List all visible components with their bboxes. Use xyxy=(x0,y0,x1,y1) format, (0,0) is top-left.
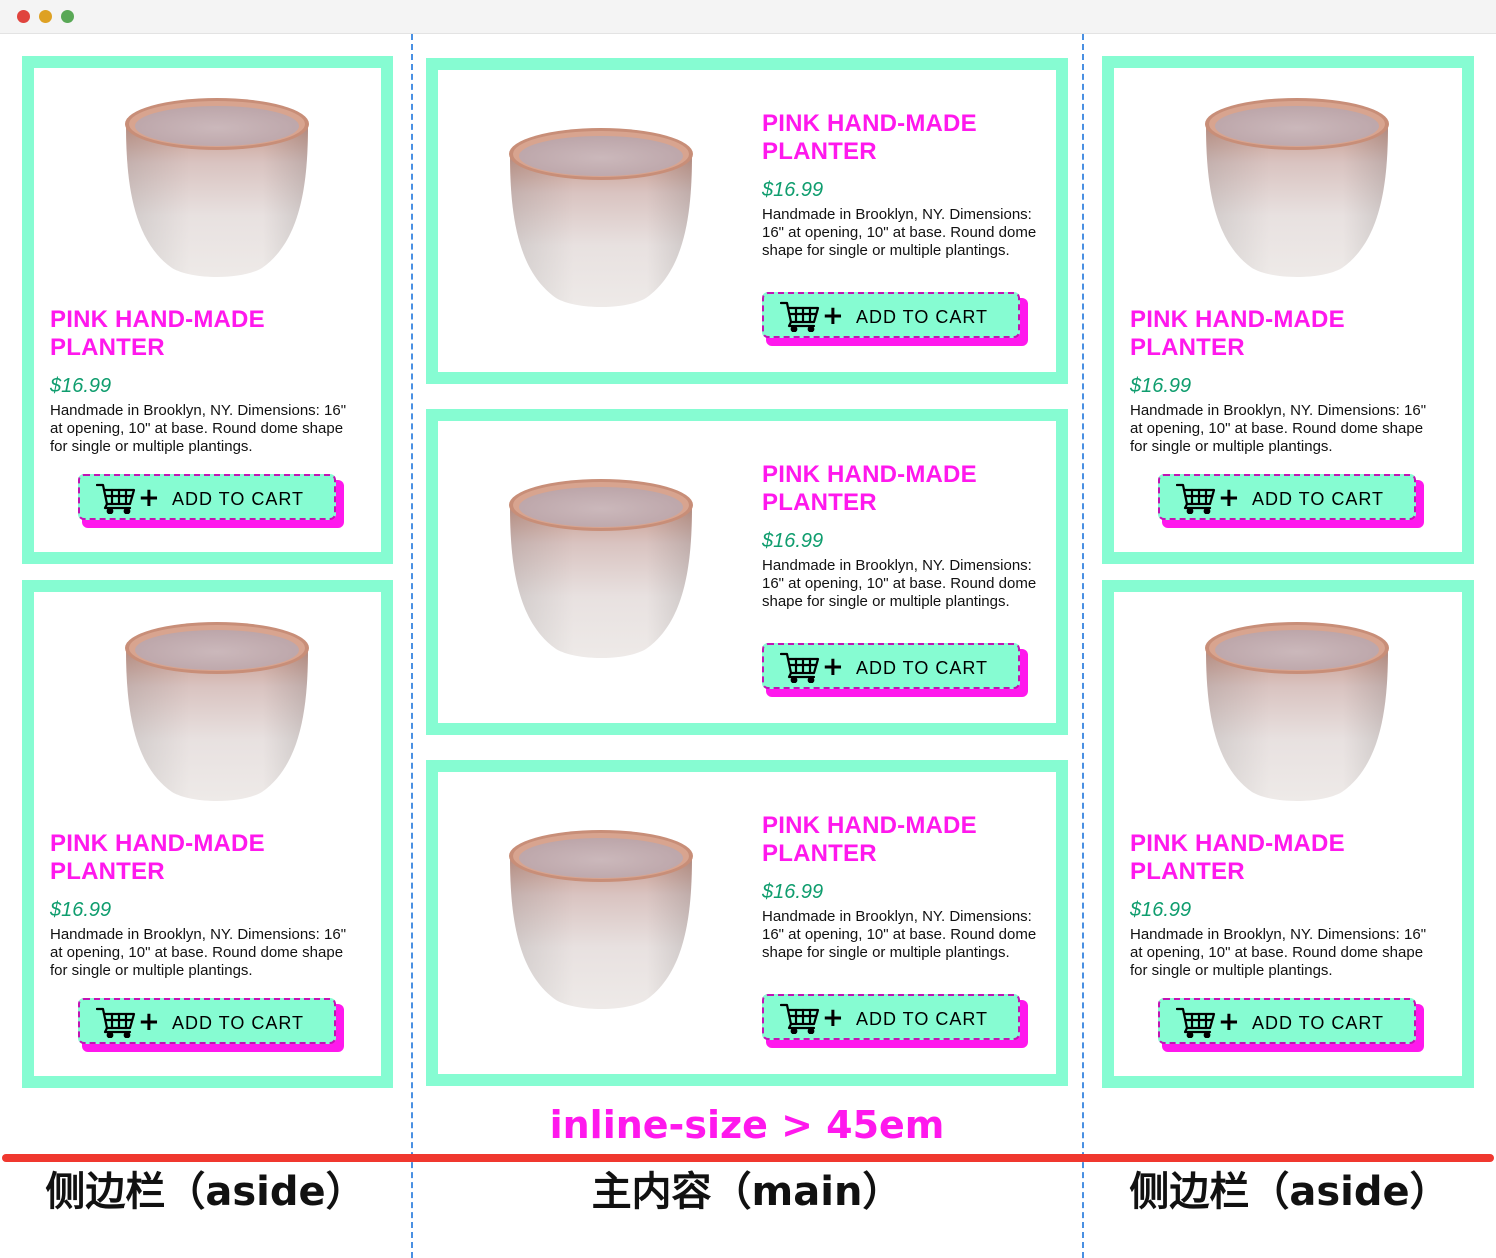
product-card-aside-left-2: PINK HAND-MADE PLANTER $16.99 Handmade i… xyxy=(22,580,393,1088)
product-price: $16.99 xyxy=(1130,899,1192,921)
close-window-button[interactable] xyxy=(17,10,30,23)
plus-icon: + xyxy=(138,483,160,513)
cart-icon xyxy=(1176,483,1216,514)
region-label-main: 主内容（main） xyxy=(591,1169,903,1215)
add-to-cart-button[interactable]: + ADD TO CART xyxy=(762,643,1020,689)
minimize-window-button[interactable] xyxy=(39,10,52,23)
add-to-cart-wrapper: + ADD TO CART xyxy=(762,643,1028,699)
add-to-cart-label: ADD TO CART xyxy=(172,489,305,509)
product-title: PINK HAND-MADE PLANTER xyxy=(50,306,265,361)
cart-icon xyxy=(96,1007,136,1038)
add-to-cart-label: ADD TO CART xyxy=(1252,489,1385,509)
product-title: PINK HAND-MADE PLANTER xyxy=(1130,306,1345,361)
product-card-main-1: PINK HAND-MADE PLANTER $16.99 Handmade i… xyxy=(426,58,1068,384)
product-title: PINK HAND-MADE PLANTER xyxy=(762,461,977,516)
add-to-cart-wrapper: + ADD TO CART xyxy=(762,994,1028,1050)
cart-icon xyxy=(96,483,136,514)
planter-pot-image xyxy=(509,128,693,307)
product-price: $16.99 xyxy=(762,881,824,903)
container-query-annotation: inline-size > 45em xyxy=(549,1103,945,1147)
add-to-cart-wrapper: + ADD TO CART xyxy=(1158,998,1424,1054)
plus-icon: + xyxy=(822,301,844,331)
cart-icon xyxy=(1176,1007,1216,1038)
product-card-main-2: PINK HAND-MADE PLANTER $16.99 Handmade i… xyxy=(426,409,1068,735)
add-to-cart-button[interactable]: + ADD TO CART xyxy=(762,994,1020,1040)
planter-pot-image xyxy=(1205,622,1389,801)
product-title: PINK HAND-MADE PLANTER xyxy=(762,110,977,165)
product-description: Handmade in Brooklyn, NY. Dimensions: 16… xyxy=(762,557,1037,610)
column-divider-left xyxy=(411,34,413,1258)
product-title: PINK HAND-MADE PLANTER xyxy=(762,812,977,867)
add-to-cart-wrapper: + ADD TO CART xyxy=(1158,474,1424,530)
add-to-cart-label: ADD TO CART xyxy=(1252,1013,1385,1033)
product-price: $16.99 xyxy=(50,899,112,921)
product-price: $16.99 xyxy=(762,179,824,201)
region-baseline xyxy=(2,1154,1494,1162)
add-to-cart-label: ADD TO CART xyxy=(856,1009,989,1029)
planter-pot-image xyxy=(509,479,693,658)
product-description: Handmade in Brooklyn, NY. Dimensions: 16… xyxy=(1130,926,1427,979)
region-label-aside-left: 侧边栏（aside） xyxy=(45,1169,366,1215)
add-to-cart-button[interactable]: + ADD TO CART xyxy=(1158,474,1416,520)
product-price: $16.99 xyxy=(762,530,824,552)
product-card-main-3: PINK HAND-MADE PLANTER $16.99 Handmade i… xyxy=(426,760,1068,1086)
product-description: Handmade in Brooklyn, NY. Dimensions: 16… xyxy=(50,402,347,455)
add-to-cart-label: ADD TO CART xyxy=(856,307,989,327)
planter-pot-image xyxy=(1205,98,1389,277)
product-description: Handmade in Brooklyn, NY. Dimensions: 16… xyxy=(50,926,347,979)
product-card-aside-right-2: PINK HAND-MADE PLANTER $16.99 Handmade i… xyxy=(1102,580,1474,1088)
plus-icon: + xyxy=(1218,1007,1240,1037)
product-description: Handmade in Brooklyn, NY. Dimensions: 16… xyxy=(1130,402,1427,455)
planter-pot-image xyxy=(509,830,693,1009)
product-title: PINK HAND-MADE PLANTER xyxy=(1130,830,1345,885)
window-titlebar xyxy=(0,0,1496,34)
product-description: Handmade in Brooklyn, NY. Dimensions: 16… xyxy=(762,908,1037,961)
cart-icon xyxy=(780,652,820,683)
add-to-cart-wrapper: + ADD TO CART xyxy=(762,292,1028,348)
planter-pot-image xyxy=(125,98,309,277)
plus-icon: + xyxy=(822,1003,844,1033)
zoom-window-button[interactable] xyxy=(61,10,74,23)
add-to-cart-button[interactable]: + ADD TO CART xyxy=(762,292,1020,338)
product-card-aside-right-1: PINK HAND-MADE PLANTER $16.99 Handmade i… xyxy=(1102,56,1474,564)
add-to-cart-label: ADD TO CART xyxy=(172,1013,305,1033)
add-to-cart-button[interactable]: + ADD TO CART xyxy=(1158,998,1416,1044)
add-to-cart-button[interactable]: + ADD TO CART xyxy=(78,474,336,520)
plus-icon: + xyxy=(1218,483,1240,513)
plus-icon: + xyxy=(822,652,844,682)
product-price: $16.99 xyxy=(50,375,112,397)
add-to-cart-wrapper: + ADD TO CART xyxy=(78,474,344,530)
product-card-aside-left-1: PINK HAND-MADE PLANTER $16.99 Handmade i… xyxy=(22,56,393,564)
plus-icon: + xyxy=(138,1007,160,1037)
add-to-cart-wrapper: + ADD TO CART xyxy=(78,998,344,1054)
add-to-cart-label: ADD TO CART xyxy=(856,658,989,678)
region-label-aside-right: 侧边栏（aside） xyxy=(1129,1169,1450,1215)
cart-icon xyxy=(780,301,820,332)
product-price: $16.99 xyxy=(1130,375,1192,397)
cart-icon xyxy=(780,1003,820,1034)
planter-pot-image xyxy=(125,622,309,801)
product-title: PINK HAND-MADE PLANTER xyxy=(50,830,265,885)
add-to-cart-button[interactable]: + ADD TO CART xyxy=(78,998,336,1044)
column-divider-right xyxy=(1082,34,1084,1258)
product-description: Handmade in Brooklyn, NY. Dimensions: 16… xyxy=(762,206,1037,259)
